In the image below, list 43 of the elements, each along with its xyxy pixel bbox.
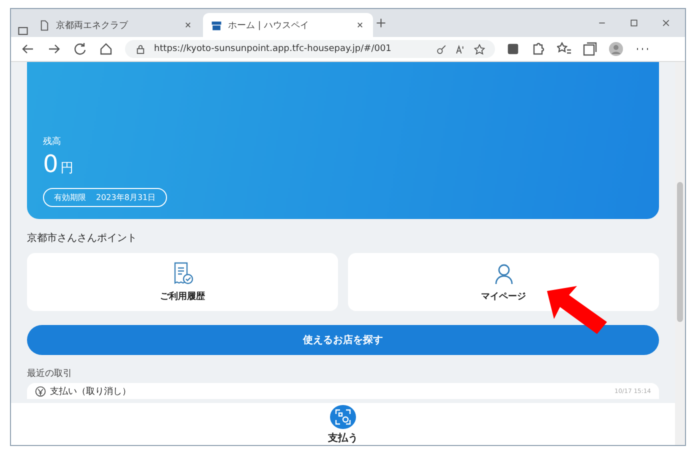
tabs-icon xyxy=(17,25,29,37)
section-title: 京都市さんさんポイント xyxy=(27,232,138,245)
browser-tab[interactable]: ホーム | ハウスペイ xyxy=(203,13,373,37)
collections-icon xyxy=(583,42,597,56)
profile-avatar[interactable] xyxy=(609,42,623,56)
person-icon xyxy=(494,262,514,286)
lock-icon xyxy=(135,44,146,54)
balance-amount: 0 xyxy=(43,150,58,178)
home-icon xyxy=(99,42,113,56)
read-aloud-icon xyxy=(455,44,466,54)
refresh-icon xyxy=(73,42,87,56)
favorite-icon xyxy=(474,44,485,54)
transaction-label: 支払い（取り消し） xyxy=(50,386,132,398)
url-text: https://kyoto-sunsunpoint.app.tfc-housepay.jp/#/001 xyxy=(154,44,392,54)
forward-icon xyxy=(47,42,61,56)
tile-label: ご利用履歴 xyxy=(160,290,205,302)
yen-icon xyxy=(35,386,46,396)
recent-title: 最近の取引 xyxy=(27,368,73,380)
pay-label: 支払う xyxy=(328,432,358,445)
scrollbar-thumb[interactable] xyxy=(677,182,683,322)
browser-tab[interactable]: 京都両エネクラブ xyxy=(31,13,201,37)
page-icon xyxy=(39,20,50,30)
key-icon xyxy=(436,44,447,54)
maximize-icon xyxy=(629,18,639,28)
find-stores-button[interactable]: 使えるお店を探す xyxy=(27,325,659,355)
back-icon xyxy=(21,42,35,56)
balance-label: 残高 xyxy=(43,136,62,148)
receipt-icon xyxy=(172,262,194,286)
puzzle-icon xyxy=(531,42,545,56)
close-icon xyxy=(355,20,365,30)
menu-tile[interactable]: ご利用履歴 xyxy=(27,253,338,311)
close-icon xyxy=(183,20,193,30)
expiry-label: 有効期限 xyxy=(54,192,86,203)
favorites-icon xyxy=(557,42,571,56)
new-tab-icon xyxy=(375,16,387,28)
close-icon xyxy=(661,18,671,28)
expiry-date: 2023年8月31日 xyxy=(96,192,156,203)
menu-tile[interactable]: マイページ xyxy=(348,253,659,311)
qr-icon xyxy=(335,409,351,425)
pointer-arrow xyxy=(547,286,609,336)
address-field[interactable]: https://kyoto-sunsunpoint.app.tfc-housepay.jp/#/001 xyxy=(125,40,495,58)
currency-unit: 円 xyxy=(60,160,74,177)
tile-label: マイページ xyxy=(481,290,526,302)
